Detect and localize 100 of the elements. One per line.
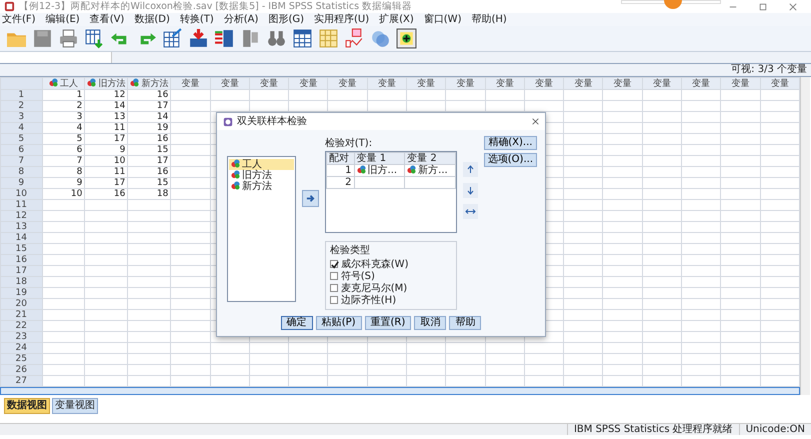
row-header[interactable]: 10 bbox=[0, 188, 42, 200]
table-cell[interactable]: 16 bbox=[128, 166, 171, 178]
table-cell[interactable]: 9 bbox=[84, 144, 128, 156]
table-cell[interactable]: 14 bbox=[84, 100, 128, 112]
column-header[interactable]: 变量 bbox=[446, 78, 486, 90]
table-cell[interactable]: 1 bbox=[326, 164, 354, 176]
printer-icon[interactable] bbox=[58, 28, 79, 49]
table-cell[interactable]: 9 bbox=[42, 178, 85, 188]
column-header[interactable]: 新方法 bbox=[128, 78, 171, 90]
row-header[interactable]: 6 bbox=[0, 144, 42, 156]
checkbox[interactable] bbox=[330, 296, 338, 304]
dialog-button[interactable]: 取消 bbox=[414, 316, 446, 330]
row-header[interactable]: 21 bbox=[0, 310, 42, 320]
circles-icon[interactable] bbox=[370, 28, 391, 49]
column-header[interactable]: 旧方法 bbox=[84, 78, 128, 90]
table-cell[interactable]: 18 bbox=[128, 188, 171, 200]
column-header[interactable]: 变量 bbox=[720, 78, 760, 90]
checkbox[interactable] bbox=[330, 272, 338, 280]
row-header[interactable]: 4 bbox=[0, 122, 42, 134]
column-header[interactable]: 变量 bbox=[367, 78, 407, 90]
row-header[interactable]: 12 bbox=[0, 210, 42, 222]
row-header[interactable]: 9 bbox=[0, 178, 42, 188]
row-header[interactable]: 14 bbox=[0, 232, 42, 244]
row-header[interactable]: 8 bbox=[0, 166, 42, 178]
dialog-button[interactable]: 选项(O)... bbox=[484, 153, 537, 167]
menu-item[interactable]: 窗口(W) bbox=[424, 13, 462, 26]
menu-item[interactable]: 查看(V) bbox=[90, 13, 124, 26]
list-item[interactable]: 工人 bbox=[229, 159, 294, 170]
table-cell[interactable]: 19 bbox=[128, 122, 171, 134]
row-header[interactable]: 13 bbox=[0, 222, 42, 232]
row-header[interactable]: 5 bbox=[0, 134, 42, 144]
table-cell[interactable]: 11 bbox=[84, 166, 128, 178]
table-cell[interactable]: 4 bbox=[42, 122, 85, 134]
column-header[interactable]: 变量 bbox=[249, 78, 289, 90]
column-header[interactable]: 变量 bbox=[602, 78, 642, 90]
row-header[interactable]: 22 bbox=[0, 320, 42, 332]
row-header[interactable]: 16 bbox=[0, 254, 42, 266]
table-cell[interactable]: 16 bbox=[128, 134, 171, 144]
row-header[interactable]: 15 bbox=[0, 244, 42, 254]
table-cell[interactable]: 6 bbox=[42, 144, 85, 156]
menu-item[interactable]: 图形(G) bbox=[268, 13, 304, 26]
row-header[interactable]: 1 bbox=[0, 90, 42, 100]
row-header[interactable]: 27 bbox=[0, 376, 42, 386]
grid-arrow-icon[interactable] bbox=[162, 28, 183, 49]
table-cell[interactable]: 8 bbox=[42, 166, 85, 178]
binoculars-icon[interactable] bbox=[266, 28, 287, 49]
row-header[interactable]: 20 bbox=[0, 298, 42, 310]
horizontal-scrollbar[interactable] bbox=[0, 387, 800, 395]
checkbox[interactable] bbox=[330, 284, 338, 292]
row-header[interactable]: 24 bbox=[0, 342, 42, 354]
list-item[interactable]: 旧方法 bbox=[229, 170, 294, 181]
table-cell[interactable]: 12 bbox=[84, 90, 128, 100]
label-marker-icon[interactable] bbox=[344, 28, 365, 49]
table-cell[interactable]: 10 bbox=[84, 156, 128, 166]
column-header[interactable]: 变量 bbox=[328, 78, 368, 90]
table-icon[interactable] bbox=[292, 28, 313, 49]
row-header[interactable]: 3 bbox=[0, 112, 42, 122]
column-header[interactable]: 变量 bbox=[760, 78, 800, 90]
row-header[interactable]: 25 bbox=[0, 354, 42, 364]
column-header[interactable]: 工人 bbox=[42, 78, 85, 90]
row-header[interactable]: 17 bbox=[0, 266, 42, 276]
column-header[interactable]: 变量 bbox=[485, 78, 524, 90]
row-header[interactable]: 19 bbox=[0, 288, 42, 298]
row-header[interactable]: 2 bbox=[0, 100, 42, 112]
dialog-button[interactable]: 确定 bbox=[280, 316, 313, 330]
table-cell[interactable]: 2 bbox=[42, 100, 85, 112]
table-cell[interactable]: 17 bbox=[84, 178, 128, 188]
view-tab[interactable]: 变量视图 bbox=[52, 398, 98, 414]
table-cell[interactable]: 15 bbox=[128, 178, 171, 188]
table-cell[interactable]: 15 bbox=[128, 144, 171, 156]
table-arrow-icon[interactable] bbox=[84, 28, 105, 49]
table-cell[interactable]: 13 bbox=[84, 112, 128, 122]
table-cell[interactable]: 5 bbox=[42, 134, 85, 144]
dialog-button[interactable]: 精确(X)... bbox=[484, 136, 537, 150]
column-header[interactable]: 变量 bbox=[210, 78, 250, 90]
maximize-icon[interactable] bbox=[759, 2, 767, 10]
table-cell[interactable]: 10 bbox=[42, 188, 85, 200]
row-header[interactable]: 11 bbox=[0, 200, 42, 210]
table-cell[interactable]: 旧方... bbox=[354, 164, 405, 176]
table-cell[interactable]: 17 bbox=[128, 156, 171, 166]
table-cell[interactable]: 3 bbox=[42, 112, 85, 122]
menu-item[interactable]: 实用程序(U) bbox=[314, 13, 370, 26]
vertical-scrollbar[interactable] bbox=[800, 77, 810, 395]
move-button[interactable] bbox=[302, 190, 319, 207]
dialog-button[interactable]: 重置(R) bbox=[364, 316, 412, 330]
column-header[interactable]: 变量 bbox=[524, 78, 564, 90]
column-header[interactable]: 变量 bbox=[564, 78, 603, 90]
cell-name-field[interactable] bbox=[0, 52, 112, 63]
column-header[interactable]: 变量 bbox=[682, 78, 721, 90]
menu-item[interactable]: 数据(D) bbox=[134, 13, 170, 26]
swap-arrows-icon[interactable] bbox=[462, 204, 478, 219]
table-cell[interactable]: 1 bbox=[42, 90, 85, 100]
menu-item[interactable]: 帮助(H) bbox=[471, 13, 507, 26]
row-header[interactable]: 23 bbox=[0, 332, 42, 342]
menu-item[interactable]: 分析(A) bbox=[224, 13, 258, 26]
table-cell[interactable]: 11 bbox=[84, 122, 128, 134]
column-header[interactable]: 变量 bbox=[406, 78, 446, 90]
split-file-icon[interactable] bbox=[240, 28, 261, 49]
table-cell[interactable]: 新方... bbox=[404, 164, 456, 176]
insert-cases-icon[interactable] bbox=[188, 28, 209, 49]
